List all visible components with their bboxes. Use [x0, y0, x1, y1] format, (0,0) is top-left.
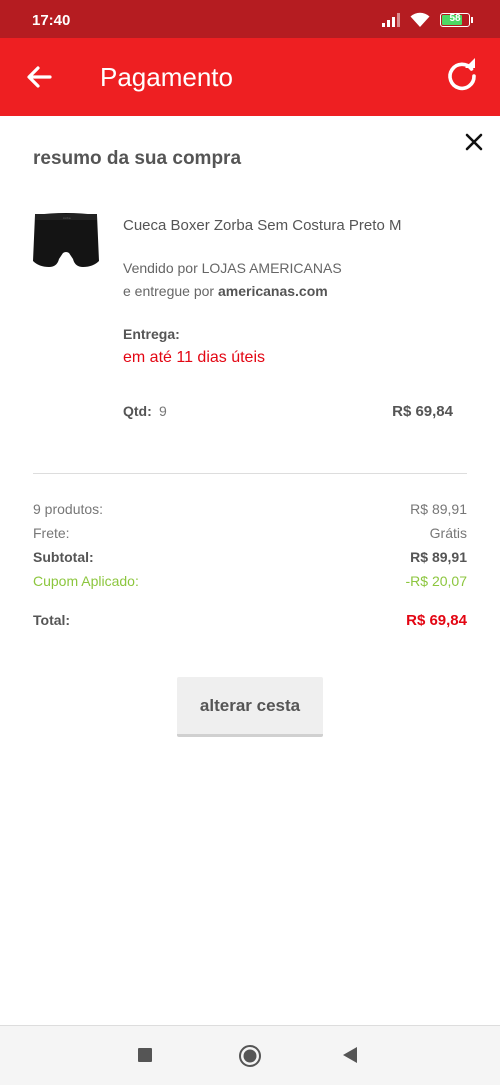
- delivery-label: Entrega:: [123, 326, 180, 342]
- arrow-left-icon[interactable]: [22, 60, 56, 94]
- item-price: R$ 69,84: [392, 403, 453, 420]
- delivered-by-line: e entregue por americanas.com: [123, 283, 328, 299]
- total-label: Total:: [33, 612, 71, 628]
- seller-line: Vendido por LOJAS AMERICANAS: [123, 260, 342, 276]
- square-recents-icon[interactable]: [138, 1048, 152, 1062]
- status-time: 17:40: [32, 12, 71, 29]
- coupon-label: Cupom Aplicado:: [33, 573, 139, 589]
- quantity-value: 9: [159, 403, 167, 419]
- delivered-prefix: e entregue por: [123, 283, 218, 299]
- total-value: R$ 69,84: [406, 612, 467, 629]
- summary-row-coupon: Cupom Aplicado: -R$ 20,07: [33, 573, 467, 593]
- status-icons: 58: [382, 12, 473, 28]
- delivered-by-store: americanas.com: [217, 283, 328, 299]
- quantity-label: Qtd:: [123, 403, 152, 419]
- summary-row-freight: Frete: Grátis: [33, 525, 467, 545]
- summary-row-total: Total: R$ 69,84: [33, 612, 467, 632]
- product-image: zorba: [33, 213, 99, 267]
- summary-row-subtotal: Subtotal: R$ 89,91: [33, 549, 467, 569]
- delivery-time: em até 11 dias úteis: [123, 349, 266, 366]
- product-name[interactable]: Cueca Boxer Zorba Sem Costura Preto M: [123, 217, 401, 234]
- alter-cart-button[interactable]: alterar cesta: [177, 677, 323, 737]
- products-label: 9 produtos:: [33, 501, 104, 517]
- subtotal-value: R$ 89,91: [410, 549, 467, 565]
- products-value: R$ 89,91: [410, 501, 467, 517]
- battery-icon: 58: [440, 13, 473, 27]
- refresh-icon[interactable]: [444, 58, 480, 94]
- triangle-back-icon[interactable]: [342, 1046, 358, 1064]
- page-title: Pagamento: [100, 62, 233, 92]
- divider: [33, 473, 467, 474]
- system-nav-bar: [0, 1025, 500, 1085]
- battery-level: 58: [449, 13, 461, 24]
- wifi-icon: [410, 12, 430, 27]
- signal-icon: [382, 13, 400, 27]
- purchase-summary-panel: resumo da sua compra zorba Cueca Boxer Z…: [0, 116, 500, 1025]
- summary-title: resumo da sua compra: [33, 148, 242, 169]
- summary-row-products: 9 produtos: R$ 89,91: [33, 501, 467, 521]
- freight-label: Frete:: [33, 525, 70, 541]
- freight-value: Grátis: [429, 525, 467, 541]
- circle-home-icon[interactable]: [238, 1044, 262, 1068]
- svg-text:zorba: zorba: [63, 216, 71, 220]
- close-icon[interactable]: [464, 132, 484, 152]
- status-bar: 17:40 58: [0, 0, 500, 38]
- subtotal-label: Subtotal:: [33, 549, 94, 565]
- coupon-value: -R$ 20,07: [405, 573, 467, 589]
- app-bar: Pagamento: [0, 38, 500, 116]
